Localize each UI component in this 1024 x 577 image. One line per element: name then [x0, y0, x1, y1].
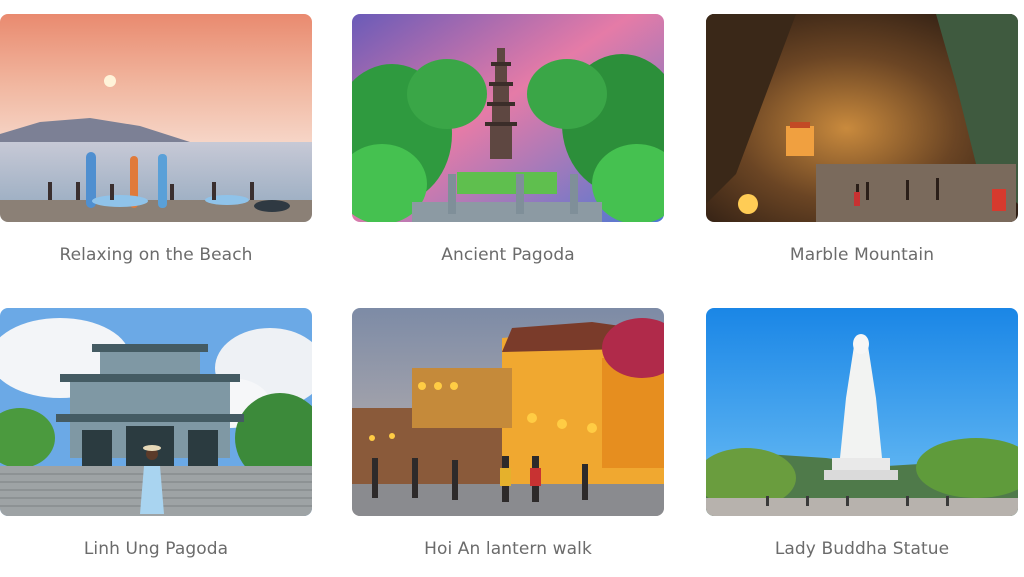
destination-card-linh-ung-pagoda[interactable]: Linh Ung Pagoda — [0, 308, 312, 560]
beach-photo[interactable] — [0, 14, 312, 222]
destination-card-beach[interactable]: Relaxing on the Beach — [0, 14, 312, 266]
destination-card-marble-mountain[interactable]: Marble Mountain — [706, 14, 1018, 266]
destination-title[interactable]: Marble Mountain — [706, 244, 1018, 266]
destinations-grid: Relaxing on the Beach Ancient Pagoda Mar… — [0, 0, 1024, 577]
pagoda-photo[interactable] — [352, 14, 664, 222]
destination-card-ancient-pagoda[interactable]: Ancient Pagoda — [352, 14, 664, 266]
lantern-street-photo[interactable] — [352, 308, 664, 516]
destination-title[interactable]: Linh Ung Pagoda — [0, 538, 312, 560]
temple-gate-photo[interactable] — [0, 308, 312, 516]
statue-photo[interactable] — [706, 308, 1018, 516]
cave-photo[interactable] — [706, 14, 1018, 222]
destination-title[interactable]: Ancient Pagoda — [352, 244, 664, 266]
destination-title[interactable]: Hoi An lantern walk — [352, 538, 664, 560]
destination-card-lady-buddha-statue[interactable]: Lady Buddha Statue — [706, 308, 1018, 560]
destination-title[interactable]: Relaxing on the Beach — [0, 244, 312, 266]
destination-title[interactable]: Lady Buddha Statue — [706, 538, 1018, 560]
destination-card-hoi-an-lantern-walk[interactable]: Hoi An lantern walk — [352, 308, 664, 560]
